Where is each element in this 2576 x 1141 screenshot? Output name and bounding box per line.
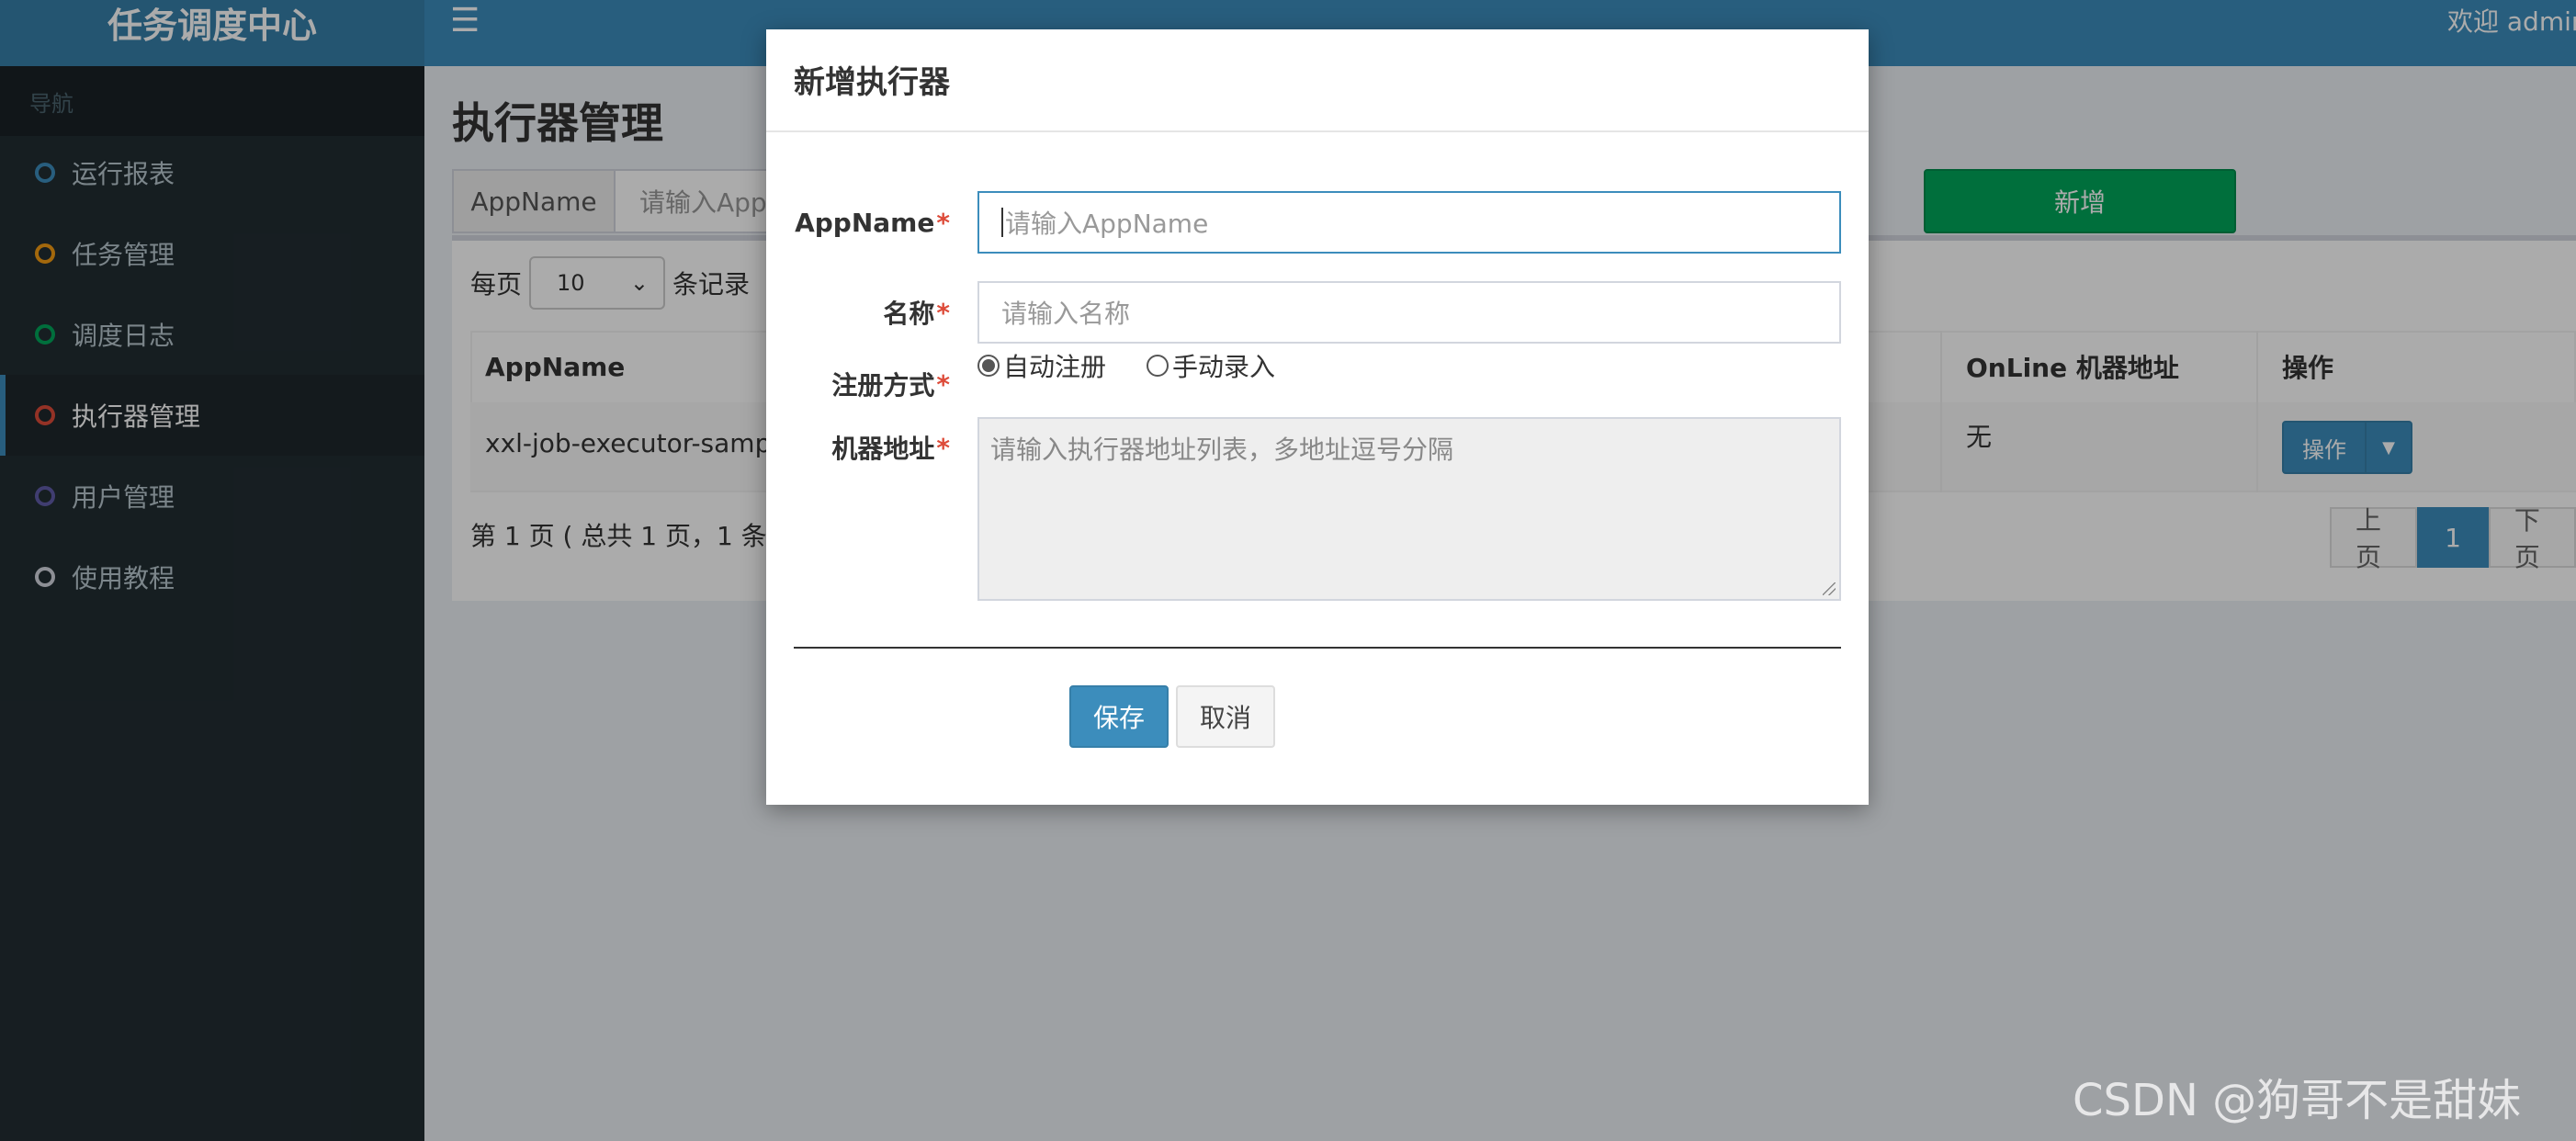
required-mark: * bbox=[936, 368, 950, 400]
required-mark: * bbox=[936, 207, 950, 238]
resize-handle-icon[interactable] bbox=[1823, 582, 1836, 595]
address-placeholder: 请输入执行器地址列表，多地址逗号分隔 bbox=[990, 435, 1454, 465]
name-label-text: 名称 bbox=[883, 299, 935, 329]
text-cursor bbox=[1001, 208, 1003, 237]
watermark: CSDN @狗哥不是甜妹 bbox=[2073, 1075, 2522, 1126]
address-textarea[interactable]: 请输入执行器地址列表，多地址逗号分隔 bbox=[977, 417, 1841, 601]
appname-placeholder: 请输入AppName bbox=[1005, 209, 1209, 239]
modal-title: 新增执行器 bbox=[794, 64, 950, 101]
required-mark: * bbox=[936, 432, 950, 463]
radio-manual-label[interactable]: 手动录入 bbox=[1172, 347, 1275, 384]
reg-type-radio-group: 自动注册 手动录入 bbox=[977, 345, 1316, 386]
reg-type-label-text: 注册方式 bbox=[831, 370, 935, 401]
cancel-button[interactable]: 取消 bbox=[1176, 685, 1275, 748]
name-input[interactable]: 请输入名称 bbox=[977, 281, 1841, 344]
modal-header-divider bbox=[766, 130, 1869, 132]
appname-label: AppName * bbox=[766, 191, 950, 254]
save-button[interactable]: 保存 bbox=[1069, 685, 1169, 748]
address-label-text: 机器地址 bbox=[831, 434, 935, 464]
add-executor-modal: 新增执行器 AppName * 请输入AppName 名称 * 请输入名称 注册方式… bbox=[766, 29, 1869, 805]
reg-type-label: 注册方式 * bbox=[766, 353, 950, 415]
radio-auto-register[interactable] bbox=[977, 355, 1000, 377]
address-label: 机器地址 * bbox=[766, 424, 950, 470]
modal-footer-divider bbox=[794, 647, 1841, 649]
name-placeholder: 请输入名称 bbox=[1001, 299, 1131, 329]
appname-label-text: AppName bbox=[795, 207, 935, 238]
required-mark: * bbox=[936, 297, 950, 328]
appname-input[interactable]: 请输入AppName bbox=[977, 191, 1841, 254]
radio-manual-entry[interactable] bbox=[1147, 355, 1169, 377]
radio-auto-label[interactable]: 自动注册 bbox=[1003, 347, 1106, 384]
name-label: 名称 * bbox=[766, 281, 950, 344]
